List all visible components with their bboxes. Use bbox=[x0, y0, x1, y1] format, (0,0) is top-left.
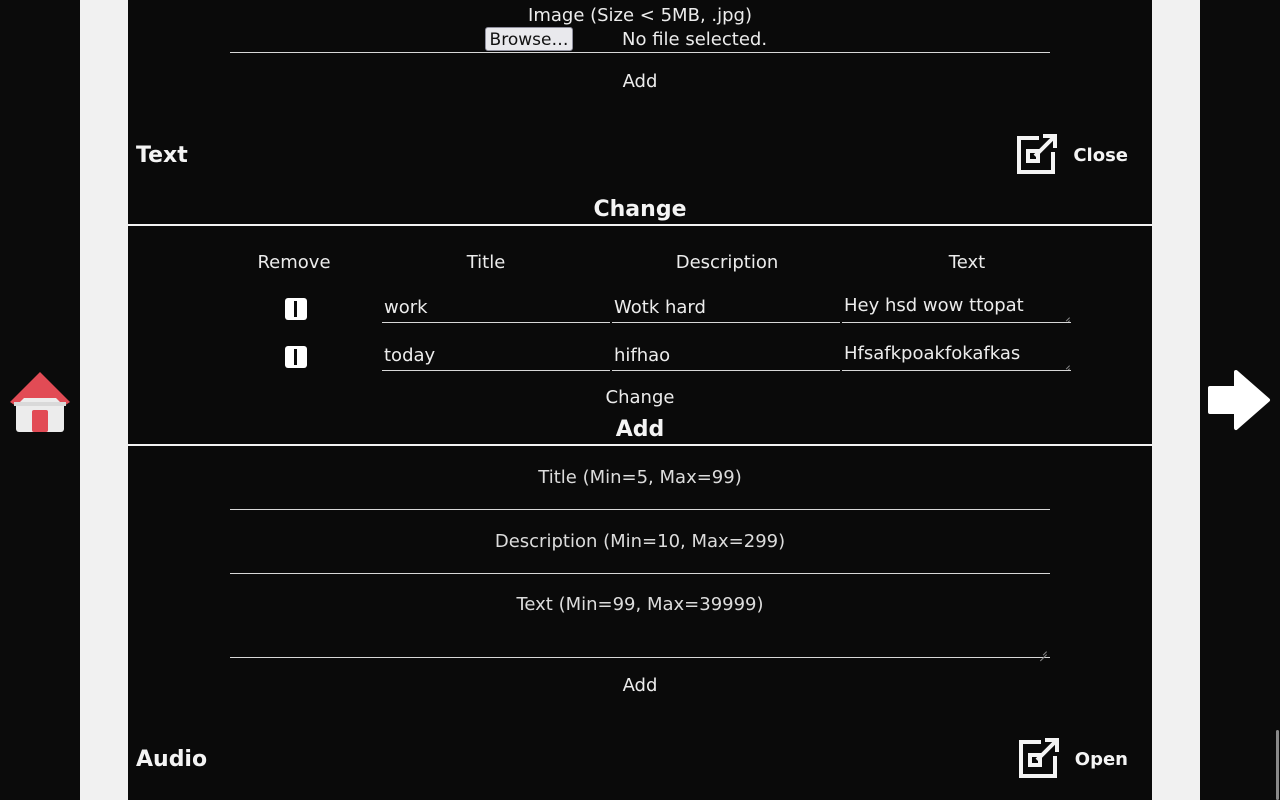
open-external-icon bbox=[1017, 134, 1058, 174]
row-title-input[interactable]: work bbox=[382, 297, 610, 323]
file-status: No file selected. bbox=[622, 29, 768, 50]
row-text-value: Hey hsd wow ttopat bbox=[844, 295, 1024, 316]
audio-section-title: Audio bbox=[136, 747, 208, 772]
row-text-textarea[interactable]: Hfsafkpoakfokafkas bbox=[842, 343, 1071, 371]
image-field-label: Image (Size < 5MB, .jpg) bbox=[528, 5, 752, 26]
resize-handle-icon[interactable] bbox=[1061, 360, 1070, 369]
text-section-toggle[interactable]: Close bbox=[1015, 134, 1128, 176]
column-header-text: Text bbox=[948, 252, 986, 273]
column-header-description: Description bbox=[675, 252, 779, 273]
image-add-button[interactable]: Add bbox=[128, 71, 1152, 92]
add-heading: Add bbox=[615, 417, 665, 442]
row-description-input[interactable]: hifhao bbox=[612, 345, 840, 371]
remove-checkbox[interactable] bbox=[285, 298, 307, 320]
row-text-value: Hfsafkpoakfokafkas bbox=[844, 343, 1021, 364]
home-icon bbox=[10, 372, 70, 432]
audio-section-toggle-label: Open bbox=[1074, 748, 1128, 770]
resize-handle-icon[interactable] bbox=[1038, 646, 1047, 655]
left-gutter bbox=[80, 0, 128, 800]
text-section-title: Text bbox=[136, 143, 188, 168]
next-page-button[interactable] bbox=[1206, 368, 1272, 436]
right-gutter bbox=[1152, 0, 1200, 800]
open-external-icon bbox=[1018, 738, 1059, 778]
home-button[interactable] bbox=[8, 368, 72, 438]
add-submit-button[interactable]: Add bbox=[128, 675, 1152, 696]
remove-checkbox[interactable] bbox=[285, 346, 307, 368]
add-text-textarea[interactable]: Text (Min=99, Max=39999) bbox=[128, 594, 1152, 615]
browse-button[interactable]: Browse… bbox=[485, 27, 573, 51]
row-title-input[interactable]: today bbox=[382, 345, 610, 371]
add-divider bbox=[128, 444, 1152, 446]
resize-handle-icon[interactable] bbox=[1061, 312, 1070, 321]
main-content: Image (Size < 5MB, .jpg) Browse… No file… bbox=[128, 0, 1152, 800]
column-header-remove: Remove bbox=[257, 252, 331, 273]
add-description-underline bbox=[230, 573, 1050, 574]
change-divider bbox=[128, 224, 1152, 226]
page-scrollbar[interactable] bbox=[1276, 730, 1279, 800]
change-submit-button[interactable]: Change bbox=[128, 387, 1152, 408]
row-description-input[interactable]: Wotk hard bbox=[612, 297, 840, 323]
row-text-textarea[interactable]: Hey hsd wow ttopat bbox=[842, 295, 1071, 323]
add-title-underline bbox=[230, 509, 1050, 510]
arrow-right-icon bbox=[1208, 370, 1270, 430]
change-heading: Change bbox=[593, 197, 687, 222]
add-text-underline bbox=[230, 657, 1050, 658]
column-header-title: Title bbox=[466, 252, 506, 273]
audio-section-toggle[interactable]: Open bbox=[1017, 738, 1128, 780]
text-section-toggle-label: Close bbox=[1073, 144, 1128, 166]
image-field-underline bbox=[230, 52, 1050, 53]
add-title-input[interactable]: Title (Min=5, Max=99) bbox=[128, 467, 1152, 488]
add-description-input[interactable]: Description (Min=10, Max=299) bbox=[128, 531, 1152, 552]
